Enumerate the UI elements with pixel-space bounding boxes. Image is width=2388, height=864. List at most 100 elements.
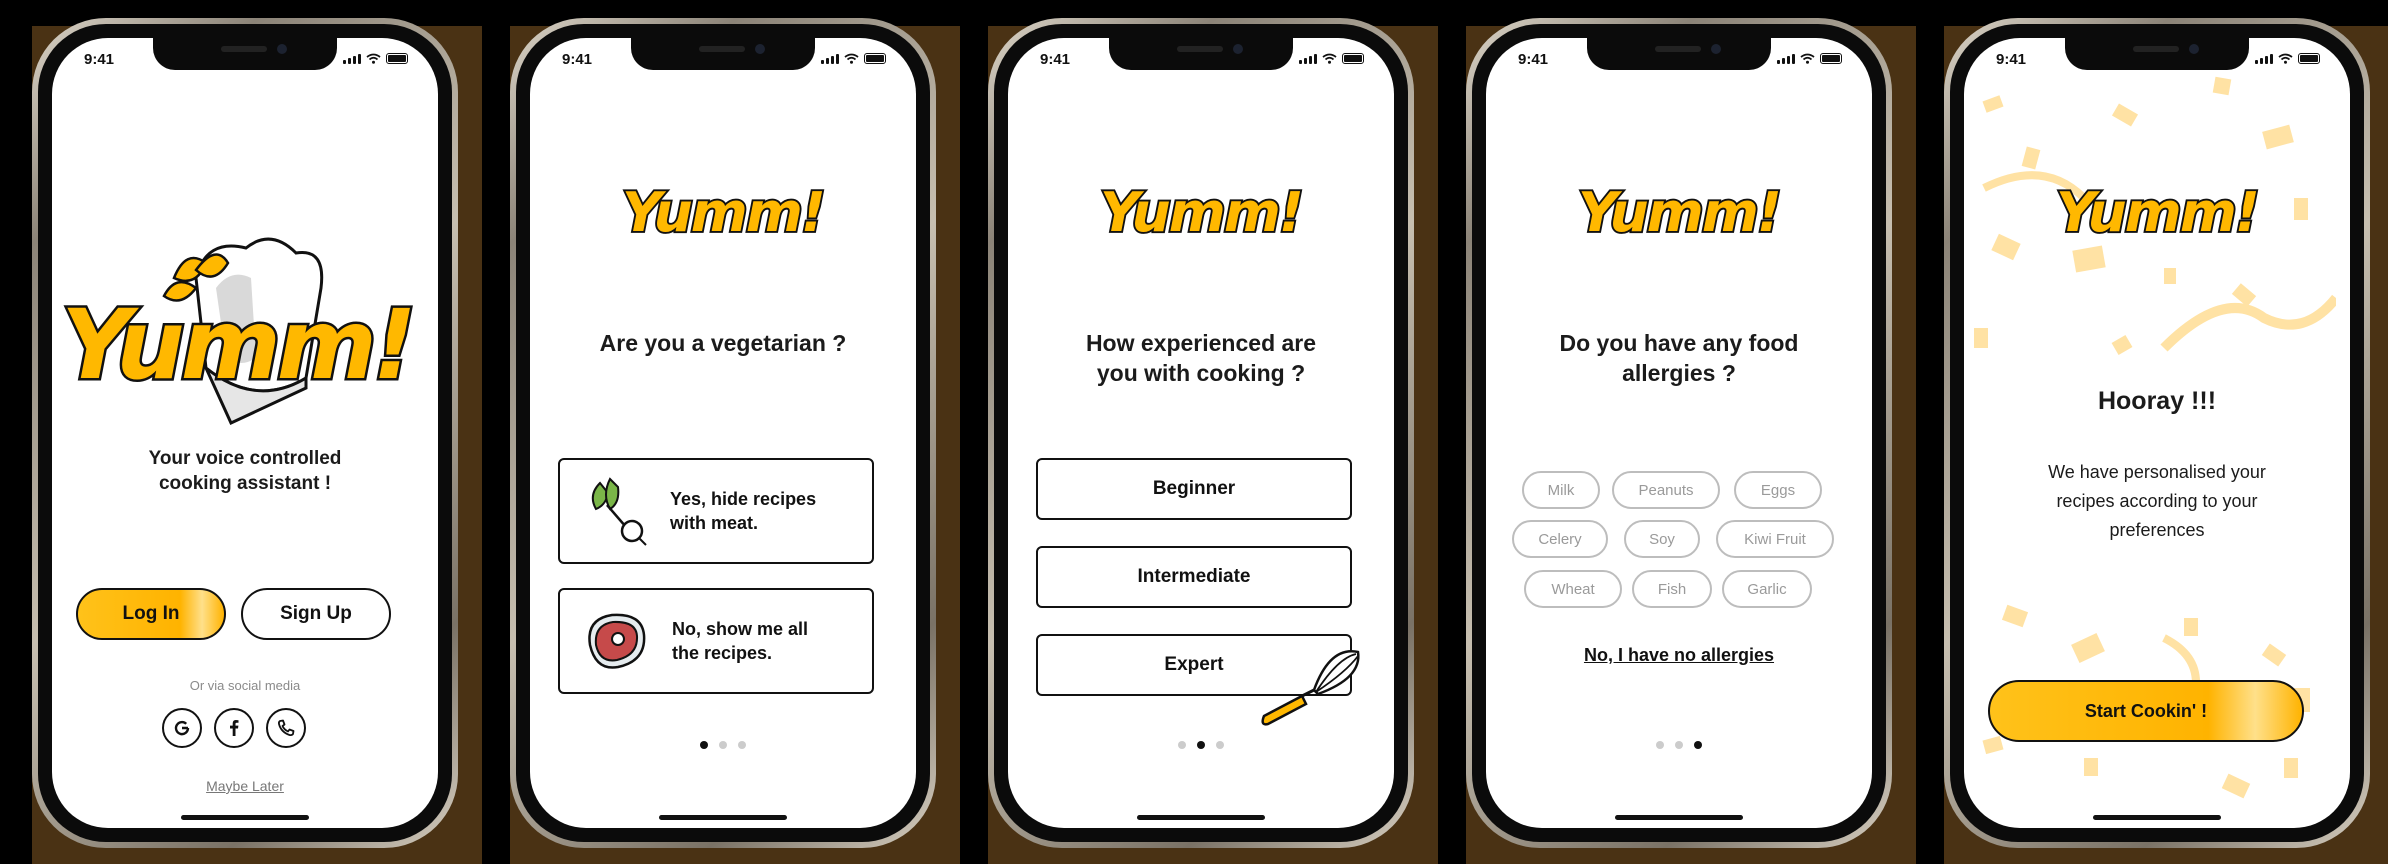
battery-icon [864, 53, 886, 64]
phone-frame: 9:41 Are you a vegetarian ? Yes, hide re… [510, 18, 936, 848]
page-dot[interactable] [1197, 741, 1205, 749]
phone-icon[interactable] [266, 708, 306, 748]
personalised-message: We have personalised your recipes accord… [2048, 462, 2266, 540]
status-icons [1777, 53, 1842, 64]
hooray-screen: 9:41 Hooray !!! We have personalised you… [1964, 38, 2350, 828]
wifi-icon [366, 53, 381, 64]
experience-question: How experienced are you with cooking ? [1085, 330, 1317, 386]
option-no-text: No, show me all the recipes. [672, 619, 809, 663]
notch [153, 38, 337, 70]
notch [1587, 38, 1771, 70]
page-indicator [1178, 741, 1224, 749]
yumm-logo [1574, 178, 1784, 244]
status-time: 9:41 [1518, 51, 1549, 68]
steak-icon [588, 613, 646, 669]
vegetarian-question: Are you a vegetarian ? [599, 330, 847, 356]
phone-allergies: 9:41 Do you have any food allergies ? Mi… [1454, 0, 1932, 864]
phone-experience: 9:41 How experienced are you with cookin… [976, 0, 1454, 864]
allergen-chip-milk[interactable]: Milk [1522, 471, 1600, 509]
phone-hooray: 9:41 Hooray !!! We have personalised you… [1932, 0, 2388, 864]
allergen-chip-peanuts[interactable]: Peanuts [1612, 471, 1720, 509]
login-button[interactable]: Log In [76, 588, 226, 640]
login-screen: 9:41 Yumm! Your voice controlled cooking… [52, 38, 438, 828]
chef-hat-logo: Yumm! [59, 237, 418, 425]
option-vegetarian-yes[interactable]: Yes, hide recipes with meat. [558, 458, 874, 564]
page-dot[interactable] [1656, 741, 1664, 749]
status-time: 9:41 [84, 51, 115, 68]
start-cookin-button[interactable]: Start Cookin' ! [1988, 680, 2304, 742]
page-dot[interactable] [1694, 741, 1702, 749]
allergen-chip-garlic[interactable]: Garlic [1722, 570, 1812, 608]
phone-vegetarian: 9:41 Are you a vegetarian ? Yes, hide re… [498, 0, 976, 864]
experience-screen: 9:41 How experienced are you with cookin… [1008, 38, 1394, 828]
page-indicator [700, 741, 746, 749]
battery-icon [2298, 53, 2320, 64]
wifi-icon [1322, 53, 1337, 64]
page-indicator [1656, 741, 1702, 749]
allergen-chip-wheat[interactable]: Wheat [1524, 570, 1622, 608]
signup-button[interactable]: Sign Up [241, 588, 391, 640]
battery-icon [1342, 53, 1364, 64]
maybe-later-link[interactable]: Maybe Later [52, 778, 438, 794]
home-indicator[interactable] [2093, 815, 2221, 820]
signal-icon [2255, 53, 2273, 64]
social-caption: Or via social media [189, 678, 301, 693]
allergies-question: Do you have any food allergies ? [1559, 330, 1799, 386]
signal-icon [1299, 53, 1317, 64]
yumm-logo-large: Yumm! [61, 289, 412, 401]
google-icon[interactable] [162, 708, 202, 748]
tagline: Your voice controlled cooking assistant … [148, 448, 342, 494]
onboarding-board: Yumm! 9:41 Yumm! Your voice controlled c… [0, 0, 2388, 864]
radish-icon [591, 477, 647, 546]
allergen-chip-fish[interactable]: Fish [1632, 570, 1712, 608]
signal-icon [821, 53, 839, 64]
status-time: 9:41 [562, 51, 593, 68]
phone-login: 9:41 Yumm! Your voice controlled cooking… [20, 0, 498, 864]
status-time: 9:41 [1040, 51, 1071, 68]
level-beginner-button[interactable]: Beginner [1036, 458, 1352, 520]
signal-icon [343, 53, 361, 64]
page-dot[interactable] [1675, 741, 1683, 749]
page-dot[interactable] [719, 741, 727, 749]
status-icons [343, 53, 408, 64]
home-indicator[interactable] [1615, 815, 1743, 820]
option-vegetarian-no[interactable]: No, show me all the recipes. [558, 588, 874, 694]
battery-icon [386, 53, 408, 64]
page-dot[interactable] [1178, 741, 1186, 749]
notch [2065, 38, 2249, 70]
no-allergies-link[interactable]: No, I have no allergies [1486, 645, 1872, 666]
home-indicator[interactable] [181, 815, 309, 820]
phone-frame: 9:41 How experienced are you with cookin… [988, 18, 1414, 848]
wifi-icon [844, 53, 859, 64]
status-icons [821, 53, 886, 64]
hooray-heading: Hooray !!! [2097, 387, 2217, 415]
yumm-logo [1096, 178, 1306, 244]
wifi-icon [2278, 53, 2293, 64]
status-time: 9:41 [1996, 51, 2027, 68]
option-yes-text: Yes, hide recipes with meat. [670, 489, 817, 533]
allergen-chip-kiwi-fruit[interactable]: Kiwi Fruit [1716, 520, 1834, 558]
allergies-screen: 9:41 Do you have any food allergies ? Mi… [1486, 38, 1872, 828]
home-indicator[interactable] [659, 815, 787, 820]
home-indicator[interactable] [1137, 815, 1265, 820]
page-dot[interactable] [738, 741, 746, 749]
allergen-chip-soy[interactable]: Soy [1624, 520, 1700, 558]
allergen-chip-eggs[interactable]: Eggs [1734, 471, 1822, 509]
signal-icon [1777, 53, 1795, 64]
yumm-logo [2052, 178, 2262, 244]
facebook-icon[interactable] [214, 708, 254, 748]
phone-frame: 9:41 Hooray !!! We have personalised you… [1944, 18, 2370, 848]
phone-frame: 9:41 Yumm! Your voice controlled cooking… [32, 18, 458, 848]
whisk-icon [1261, 650, 1360, 726]
status-icons [2255, 53, 2320, 64]
notch [631, 38, 815, 70]
allergen-chip-celery[interactable]: Celery [1512, 520, 1608, 558]
level-intermediate-button[interactable]: Intermediate [1036, 546, 1352, 608]
notch [1109, 38, 1293, 70]
yumm-logo [618, 178, 828, 244]
page-dot[interactable] [700, 741, 708, 749]
battery-icon [1820, 53, 1842, 64]
wifi-icon [1800, 53, 1815, 64]
page-dot[interactable] [1216, 741, 1224, 749]
phone-frame: 9:41 Do you have any food allergies ? Mi… [1466, 18, 1892, 848]
